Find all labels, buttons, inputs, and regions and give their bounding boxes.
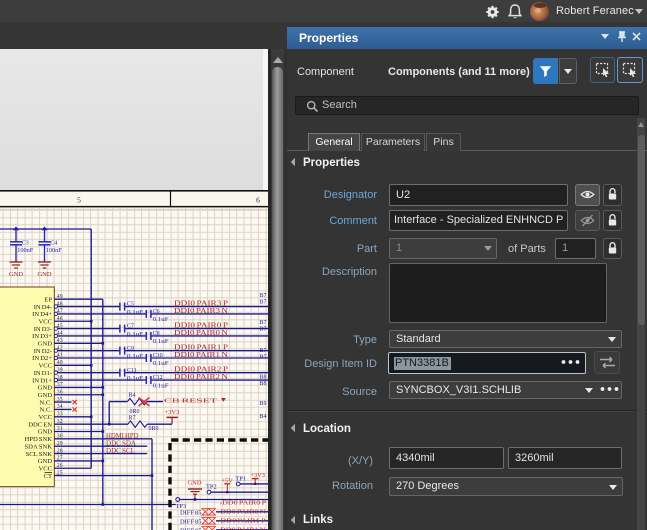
svg-text:C7: C7: [127, 324, 134, 330]
svg-text:VCC: VCC: [38, 318, 52, 325]
svg-text:DDC SCL: DDC SCL: [106, 448, 135, 455]
svg-text:GND: GND: [38, 429, 53, 436]
svg-text:TP2: TP2: [206, 483, 217, 490]
svg-text:DIFF 85: DIFF 85: [180, 509, 202, 516]
svg-text:DDC SDA: DDC SDA: [106, 441, 136, 448]
svg-text:DDI0 PAIR3 P: DDI0 PAIR3 P: [174, 301, 228, 308]
svg-text:GND: GND: [38, 458, 53, 465]
svg-text:B7: B7: [260, 327, 267, 333]
svg-text:5: 5: [77, 195, 81, 204]
svg-text:SCL SNK: SCL SNK: [26, 451, 53, 458]
svg-text:DDI0 PAIR1 P: DDI0 PAIR1 P: [174, 345, 228, 352]
svg-text:IN D2+: IN D2+: [32, 355, 52, 362]
svg-text:0R0: 0R0: [149, 426, 159, 432]
svg-text:›DD0 PAIR0 P: ›DD0 PAIR0 P: [220, 500, 267, 507]
svg-text:B7: B7: [260, 348, 267, 354]
svg-text:SDA SNK: SDA SNK: [25, 443, 53, 450]
svg-text:+3V3: +3V3: [165, 409, 180, 416]
svg-text:IN D4+: IN D4+: [32, 311, 52, 318]
svg-text:VCC: VCC: [38, 465, 52, 472]
svg-text:C12: C12: [153, 375, 163, 381]
svg-text:IN D1+: IN D1+: [32, 377, 52, 384]
svg-text:IN D3-: IN D3-: [34, 326, 52, 333]
svg-text:0.1uF: 0.1uF: [127, 309, 144, 316]
svg-text:IN D2-: IN D2-: [34, 348, 52, 355]
svg-text:B7: B7: [260, 293, 267, 299]
svg-text:C11: C11: [127, 368, 137, 374]
svg-text:DIFF 85: DIFF 85: [180, 518, 202, 525]
svg-text:GND: GND: [38, 341, 53, 348]
svg-text:DDI0 PAIR2 P: DDI0 PAIR2 P: [174, 367, 228, 374]
svg-text:R7: R7: [129, 416, 136, 422]
svg-text:›DD0 PAIR1 N: ›DD0 PAIR1 N: [218, 526, 266, 530]
svg-text:DDI0 PAIR0 N: DDI0 PAIR0 N: [174, 330, 228, 337]
svg-text:0.1uF: 0.1uF: [153, 360, 170, 367]
svg-text:0R0: 0R0: [130, 409, 140, 415]
svg-text:DDC EN: DDC EN: [28, 421, 52, 428]
svg-text:B8: B8: [260, 381, 267, 387]
svg-text:6: 6: [256, 195, 260, 204]
svg-text:0.1uF: 0.1uF: [153, 316, 170, 323]
svg-text:DDI0 PAIR1 N: DDI0 PAIR1 N: [174, 352, 228, 359]
svg-text:CT: CT: [44, 473, 52, 480]
svg-text:0.1uF: 0.1uF: [127, 331, 144, 338]
svg-text:B7: B7: [260, 320, 267, 326]
svg-text:C4: C4: [50, 241, 57, 247]
svg-text:IN D3+: IN D3+: [32, 333, 52, 340]
svg-text:IN D1-: IN D1-: [34, 370, 52, 377]
svg-text:›DD0 PAIR1 P: ›DD0 PAIR1 P: [218, 517, 266, 524]
svg-text:0.1uF: 0.1uF: [153, 382, 170, 389]
svg-text:C9: C9: [127, 346, 134, 352]
svg-text:C10: C10: [153, 353, 163, 359]
svg-text:GND: GND: [9, 271, 23, 278]
svg-text:GND: GND: [37, 271, 51, 278]
svg-text:0.1uF: 0.1uF: [127, 375, 144, 382]
svg-text:VCC: VCC: [38, 414, 52, 421]
svg-text:DDI0 PAIR0 P: DDI0 PAIR0 P: [174, 323, 228, 330]
svg-text:GND: GND: [187, 479, 201, 486]
svg-text:IN D4-: IN D4-: [34, 304, 52, 311]
svg-text:B8: B8: [260, 375, 267, 381]
svg-text:C6: C6: [153, 309, 160, 315]
svg-text:DDI0 PAIR2 N: DDI0 PAIR2 N: [174, 374, 228, 381]
svg-text:B9: B9: [260, 401, 267, 407]
svg-text:CB RESET: CB RESET: [164, 397, 217, 404]
svg-text:B4: B4: [260, 414, 267, 420]
svg-text:0.1uF: 0.1uF: [153, 338, 170, 345]
svg-text:100nF: 100nF: [46, 247, 63, 254]
svg-text:EP: EP: [44, 296, 52, 303]
svg-text:0.1uF: 0.1uF: [127, 353, 144, 360]
svg-text:GND: GND: [38, 385, 53, 392]
svg-text:100nF: 100nF: [17, 247, 34, 254]
svg-text:B7: B7: [260, 355, 267, 361]
svg-text:C3: C3: [22, 241, 29, 247]
svg-text:DDI0 PAIR3 N: DDI0 PAIR3 N: [174, 308, 228, 315]
svg-text:›DD0 PAIR0 N: ›DD0 PAIR0 N: [218, 508, 266, 515]
svg-text:TP1: TP1: [235, 475, 246, 482]
svg-text:VCC: VCC: [38, 363, 52, 370]
svg-text:HDMI HPD: HDMI HPD: [106, 433, 139, 440]
svg-text:GND: GND: [38, 392, 53, 399]
svg-text:C8: C8: [153, 331, 160, 337]
svg-text:N.C.: N.C.: [40, 399, 53, 406]
svg-text:N.C.: N.C.: [40, 407, 53, 414]
svg-text:B7: B7: [260, 300, 267, 306]
svg-text:R4: R4: [129, 392, 136, 398]
svg-text:HPD SNK: HPD SNK: [25, 436, 53, 443]
svg-text:C5: C5: [127, 302, 134, 308]
